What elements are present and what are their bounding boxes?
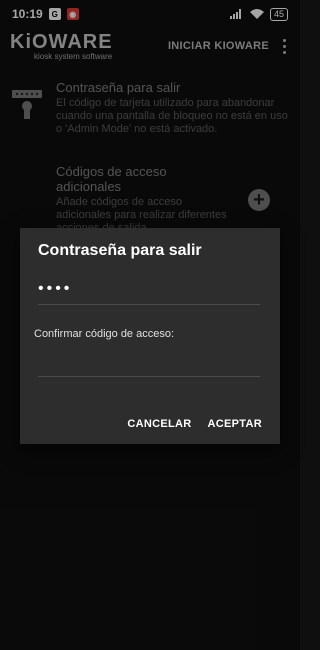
cancel-button[interactable]: CANCELAR — [127, 418, 191, 430]
accept-button[interactable]: ACEPTAR — [208, 418, 262, 430]
confirm-code-input[interactable] — [38, 352, 260, 377]
confirm-code-label: Confirmar código de acceso: — [34, 328, 175, 340]
exit-password-dialog: Contraseña para salir •••• Confirmar cód… — [20, 228, 280, 444]
password-input[interactable]: •••• — [38, 280, 260, 305]
dialog-actions: CANCELAR ACEPTAR — [127, 418, 262, 430]
dialog-title: Contraseña para salir — [38, 242, 202, 259]
